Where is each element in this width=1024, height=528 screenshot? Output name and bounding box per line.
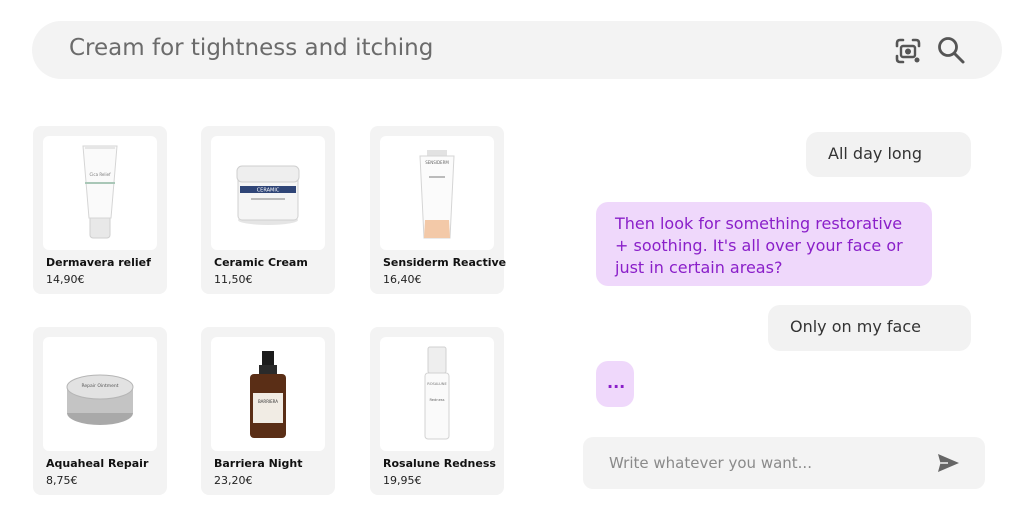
product-card[interactable]: CERAMIC Ceramic Cream 11,50€ xyxy=(201,126,335,294)
svg-text:ROSALUNE: ROSALUNE xyxy=(427,382,447,386)
product-image[interactable]: SENSIDERM xyxy=(380,136,494,250)
product-card[interactable]: ROSALUNE Redness Rosalune Redness 19,95€ xyxy=(370,327,504,495)
product-name: Aquaheal Repair xyxy=(46,457,149,470)
product-image[interactable]: Cica Relief xyxy=(43,136,157,250)
product-card[interactable]: BARRIERA Barriera Night 23,20€ xyxy=(201,327,335,495)
chat-input-bar[interactable] xyxy=(583,437,985,489)
product-name: Barriera Night xyxy=(214,457,303,470)
send-icon[interactable] xyxy=(936,451,961,475)
search-bar[interactable]: Cream for tightness and itching xyxy=(32,21,1002,79)
product-card[interactable]: Cica Relief Dermavera relief 14,90€ xyxy=(33,126,167,294)
product-price: 19,95€ xyxy=(383,474,422,487)
svg-text:SENSIDERM: SENSIDERM xyxy=(425,160,449,165)
svg-text:BARRIERA: BARRIERA xyxy=(258,399,278,404)
search-icon[interactable] xyxy=(936,35,966,65)
user-message: All day long xyxy=(806,132,971,177)
user-message: Only on my face xyxy=(768,305,971,351)
product-price: 23,20€ xyxy=(214,474,253,487)
product-name: Dermavera relief xyxy=(46,256,151,269)
svg-text:CERAMIC: CERAMIC xyxy=(257,188,280,194)
product-image[interactable]: Repair Ointment xyxy=(43,337,157,451)
product-card[interactable]: SENSIDERM Sensiderm Reactive 16,40€ xyxy=(370,126,507,294)
assistant-message: Then look for something restorative + so… xyxy=(596,202,932,286)
product-price: 16,40€ xyxy=(383,273,422,286)
product-name: Sensiderm Reactive xyxy=(383,256,507,269)
product-price: 8,75€ xyxy=(46,474,78,487)
svg-text:Redness: Redness xyxy=(429,398,444,402)
product-price: 14,90€ xyxy=(46,273,85,286)
product-price: 11,50€ xyxy=(214,273,253,286)
product-image[interactable]: ROSALUNE Redness xyxy=(380,337,494,451)
product-name: Rosalune Redness xyxy=(383,457,496,470)
product-image[interactable]: CERAMIC xyxy=(211,136,325,250)
svg-text:Cica Relief: Cica Relief xyxy=(90,172,112,177)
typing-indicator: ... xyxy=(596,361,634,407)
svg-text:Repair Ointment: Repair Ointment xyxy=(81,383,118,389)
camera-search-icon[interactable] xyxy=(894,37,922,65)
product-name: Ceramic Cream xyxy=(214,256,308,269)
chat-input[interactable] xyxy=(609,450,909,476)
search-query[interactable]: Cream for tightness and itching xyxy=(69,35,433,61)
product-image[interactable]: BARRIERA xyxy=(211,337,325,451)
product-card[interactable]: Repair Ointment Aquaheal Repair 8,75€ xyxy=(33,327,167,495)
